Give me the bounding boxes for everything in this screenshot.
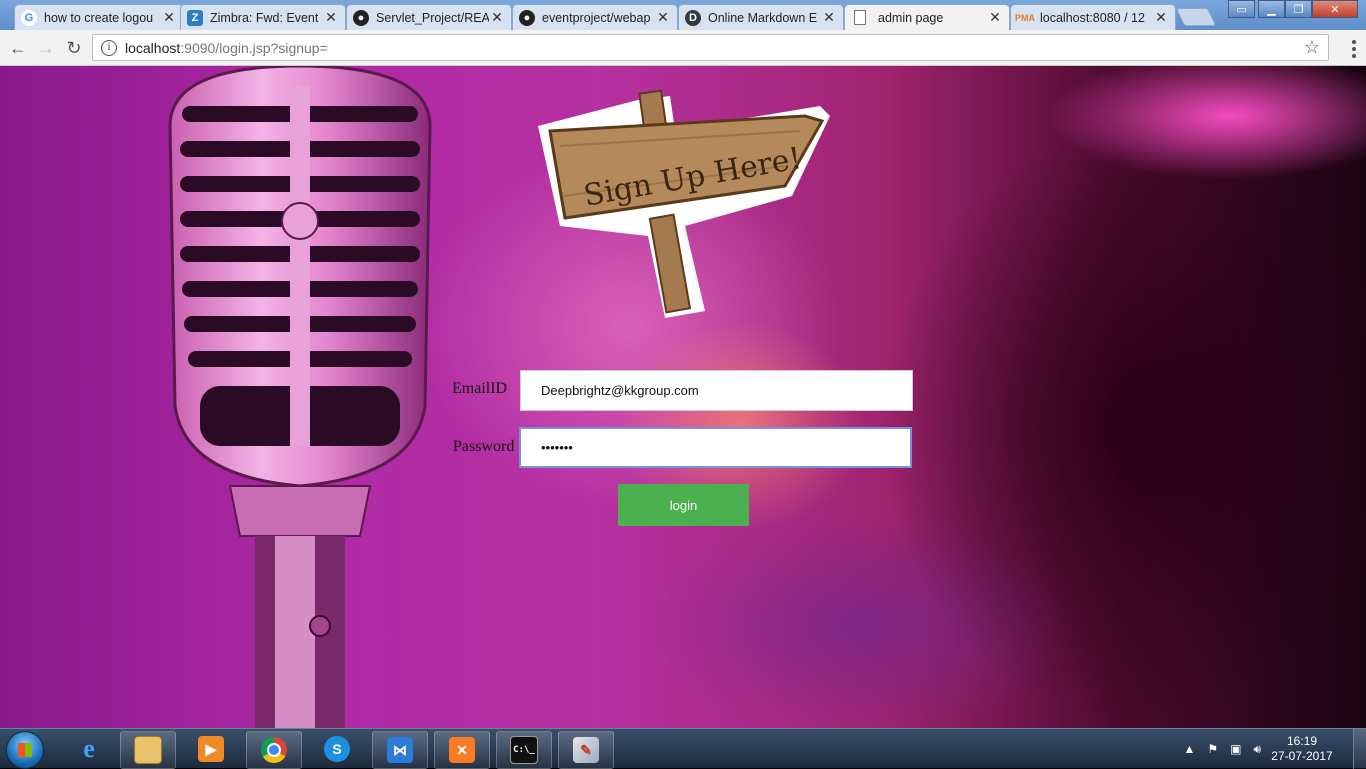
arrow-right-icon: →	[37, 37, 55, 58]
taskbar-visual-studio[interactable]: ⋈	[372, 731, 428, 769]
visual-studio-icon: ⋈	[387, 737, 413, 763]
maximize-icon: ❐	[1293, 3, 1304, 16]
system-tray: ▲ ⚑ ▣ 🔊︎ 16:19 27-07-2017	[1177, 729, 1366, 769]
github-icon: ●	[353, 9, 369, 26]
back-button[interactable]: ←	[6, 36, 30, 60]
signup-page: Sign Up Here! EmailID Password login	[0, 66, 1366, 728]
close-icon[interactable]: ✕	[1153, 9, 1169, 26]
tab-label: Servlet_Project/REA	[376, 10, 489, 25]
close-icon[interactable]: ✕	[323, 9, 339, 26]
github-icon: ●	[519, 9, 535, 26]
tab-github-servlet[interactable]: ● Servlet_Project/REA ✕	[346, 4, 512, 30]
tab-admin-page[interactable]: admin page ✕	[844, 4, 1010, 30]
taskbar-file-explorer[interactable]	[120, 731, 176, 769]
taskbar-internet-explorer[interactable]: e	[62, 731, 116, 767]
address-url[interactable]: localhost:9090/login.jsp?signup=	[125, 40, 1302, 56]
email-label: EmailID	[452, 380, 508, 397]
reload-icon: ↻	[66, 37, 82, 58]
url-path: :9090/login.jsp?signup=	[180, 39, 328, 56]
browser-tab-strip: G how to create logou ✕ Z Zimbra: Fwd: E…	[0, 0, 1366, 30]
windows-logo-icon	[18, 743, 32, 757]
windows-taskbar: e ▶ S ⋈ ✕ C:\_ ✎ ▲ ⚑ ▣ 🔊︎ 16:19 27-07-20…	[0, 728, 1366, 769]
taskbar-cmd[interactable]: C:\_	[496, 731, 552, 769]
microphone-image	[168, 66, 432, 728]
dillinger-icon: D	[685, 9, 701, 26]
sign-up-here-sign: Sign Up Here!	[538, 89, 830, 318]
forward-button[interactable]: →	[34, 36, 58, 60]
page-icon	[854, 10, 866, 25]
close-icon[interactable]: ✕	[821, 9, 837, 26]
clock-date: 27-07-2017	[1271, 749, 1333, 763]
address-bar[interactable]: i localhost:9090/login.jsp?signup= ☆	[92, 34, 1329, 61]
password-label: Password	[453, 438, 515, 455]
bookmark-star-icon[interactable]: ☆	[1302, 37, 1322, 58]
window-close-button[interactable]: ✕	[1312, 0, 1358, 18]
close-icon[interactable]: ✕	[161, 9, 177, 26]
chrome-icon	[261, 737, 287, 763]
xampp-icon: ✕	[449, 737, 475, 763]
login-button[interactable]: login	[618, 484, 749, 526]
clock[interactable]: 16:19 27-07-2017	[1267, 734, 1337, 764]
reload-button[interactable]: ↻	[62, 36, 86, 60]
close-icon: ✕	[1330, 3, 1340, 16]
cmd-icon: C:\_	[510, 736, 538, 764]
media-player-icon: ▶	[198, 736, 224, 762]
file-explorer-icon	[134, 736, 162, 764]
start-button[interactable]	[6, 731, 44, 769]
zimbra-icon: Z	[187, 9, 203, 26]
taskbar-xampp[interactable]: ✕	[434, 731, 490, 769]
internet-explorer-icon: e	[83, 734, 95, 763]
new-tab-button[interactable]	[1175, 8, 1217, 26]
close-icon[interactable]: ✕	[655, 9, 671, 26]
action-center-flag-icon[interactable]: ⚑	[1207, 742, 1218, 756]
minimize-icon: ▁	[1267, 3, 1276, 16]
clock-time: 16:19	[1286, 734, 1318, 748]
show-desktop-button[interactable]	[1353, 729, 1366, 769]
password-input[interactable]	[519, 427, 912, 468]
volume-icon[interactable]: 🔊︎	[1253, 742, 1261, 757]
close-icon[interactable]: ✕	[489, 9, 505, 26]
close-icon[interactable]: ✕	[987, 9, 1003, 26]
taskbar-paint[interactable]: ✎	[558, 731, 614, 769]
network-icon[interactable]: ▣	[1230, 742, 1241, 756]
tab-label: admin page	[878, 10, 944, 25]
minimize-button[interactable]: ▁	[1258, 0, 1285, 18]
tab-label: Zimbra: Fwd: Event	[210, 10, 319, 25]
arrow-left-icon: ←	[9, 37, 27, 58]
user-profile-button[interactable]: ▭	[1228, 0, 1255, 18]
tab-github-eventproject[interactable]: ● eventproject/webap ✕	[512, 4, 678, 30]
maximize-button[interactable]: ❐	[1285, 0, 1312, 18]
taskbar-app-s[interactable]: S	[310, 731, 364, 767]
tab-label: eventproject/webap	[542, 10, 651, 25]
paint-icon: ✎	[573, 737, 599, 763]
email-input[interactable]	[520, 370, 913, 411]
url-host: localhost	[125, 39, 181, 56]
tab-phpmyadmin[interactable]: PMA localhost:8080 / 12 ✕	[1010, 4, 1176, 30]
google-icon: G	[21, 9, 37, 26]
tray-expand-icon[interactable]: ▲	[1183, 742, 1195, 756]
tab-google-search[interactable]: G how to create logou ✕	[14, 4, 184, 30]
info-icon[interactable]: i	[101, 39, 117, 56]
tab-label: Online Markdown E	[708, 10, 818, 25]
browser-toolbar: ← → ↻ i localhost:9090/login.jsp?signup=…	[0, 30, 1366, 66]
chrome-menu-button[interactable]	[1352, 40, 1356, 58]
phpmyadmin-icon: PMA	[1015, 12, 1035, 23]
taskbar-chrome[interactable]	[246, 731, 302, 769]
taskbar-media-player[interactable]: ▶	[184, 731, 238, 767]
app-s-icon: S	[324, 736, 350, 762]
user-icon: ▭	[1236, 3, 1247, 16]
tab-label: localhost:8080 / 12	[1040, 10, 1145, 25]
tab-label: how to create logou	[44, 10, 154, 25]
tab-zimbra[interactable]: Z Zimbra: Fwd: Event ✕	[180, 4, 346, 30]
tab-markdown-editor[interactable]: D Online Markdown E ✕	[678, 4, 844, 30]
